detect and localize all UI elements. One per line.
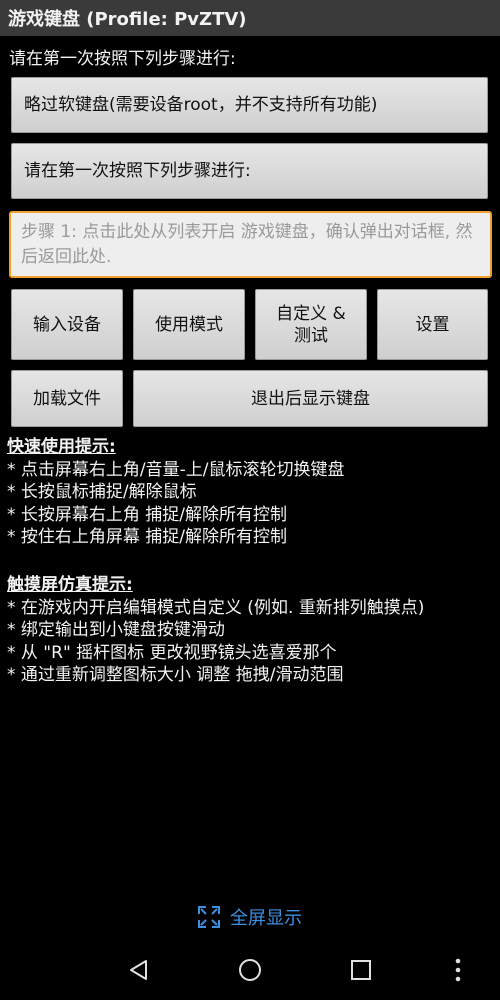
customize-test-label-line1: 自定义 & [276,303,346,324]
customize-test-button[interactable]: 自定义 & 测试 [255,289,367,360]
home-circle-icon [239,959,261,981]
quick-tip-item: * 长按屏幕右上角 捕捉/解除所有控制 [7,504,288,525]
usage-mode-label: 使用模式 [155,314,223,335]
quick-tip-item: * 长按鼠标捕捉/解除鼠标 [7,482,197,502]
back-triangle-icon [130,960,147,980]
step-one-text: 步骤 1: 点击此处从列表开启 游戏键盘，确认弹出对话框, 然后返回此处. [21,222,473,267]
quick-tip-item: * 按住右上角屏幕 捕捉/解除所有控制 [7,527,288,547]
show-keyboard-after-exit-label: 退出后显示键盘 [251,388,370,409]
touch-tips-section: 触摸屏仿真提示: * 在游戏内开启编辑模式自定义 (例如. 重新排列触摸点) *… [7,574,424,687]
load-file-button[interactable]: 加载文件 [11,370,123,427]
settings-label: 设置 [415,314,450,335]
show-keyboard-after-exit-button[interactable]: 退出后显示键盘 [133,370,488,427]
nav-menu-button[interactable] [442,954,474,986]
app-title: 游戏键盘 (Profile: PvZTV) [8,9,247,30]
load-file-label: 加载文件 [33,388,101,409]
customize-test-label-line2: 测试 [294,325,328,346]
fullscreen-label: 全屏显示 [230,908,302,929]
touch-tip-item: * 绑定输出到小键盘按键滑动 [7,620,225,640]
settings-button[interactable]: 设置 [377,289,488,360]
input-device-label: 输入设备 [33,314,101,335]
first-time-steps-label: 请在第一次按照下列步骤进行: [24,161,251,181]
nav-recents-button[interactable] [345,954,377,986]
system-navigation-bar [0,940,500,1000]
quick-tip-item: * 点击屏幕右上角/音量-上/鼠标滚轮切换键盘 [7,459,345,480]
touch-tip-item: * 从 "R" 摇杆图标 更改视野镜头选喜爱那个 [7,642,337,663]
fullscreen-expand-icon [198,906,220,928]
usage-mode-button[interactable]: 使用模式 [133,289,245,360]
app-screen: 游戏键盘 (Profile: PvZTV) 请在第一次按照下列步骤进行: 略过软… [0,0,500,1000]
skip-soft-keyboard-label: 略过软键盘(需要设备root，并不支持所有功能) [24,95,378,115]
touch-tip-item: * 在游戏内开启编辑模式自定义 (例如. 重新排列触摸点) [7,597,425,618]
fullscreen-button[interactable]: 全屏显示 [0,904,500,930]
title-bar: 游戏键盘 (Profile: PvZTV) [0,0,500,36]
nav-back-button[interactable] [123,954,155,986]
nav-home-button[interactable] [234,954,266,986]
recents-square-icon [351,960,371,980]
quick-tips-section: 快速使用提示: * 点击屏幕右上角/音量-上/鼠标滚轮切换键盘 * 长按鼠标捕捉… [7,436,345,549]
quick-tips-heading: 快速使用提示: [7,437,116,457]
first-time-steps-button[interactable]: 请在第一次按照下列步骤进行: [11,143,488,199]
overflow-menu-icon [455,958,461,982]
touch-tip-item: * 通过重新调整图标大小 调整 拖拽/滑动范围 [7,665,344,685]
instruction-text: 请在第一次按照下列步骤进行: [9,49,236,69]
input-device-button[interactable]: 输入设备 [11,289,123,360]
skip-soft-keyboard-button[interactable]: 略过软键盘(需要设备root，并不支持所有功能) [11,77,488,133]
touch-tips-heading: 触摸屏仿真提示: [7,575,133,595]
step-one-box[interactable]: 步骤 1: 点击此处从列表开启 游戏键盘，确认弹出对话框, 然后返回此处. [9,211,492,278]
